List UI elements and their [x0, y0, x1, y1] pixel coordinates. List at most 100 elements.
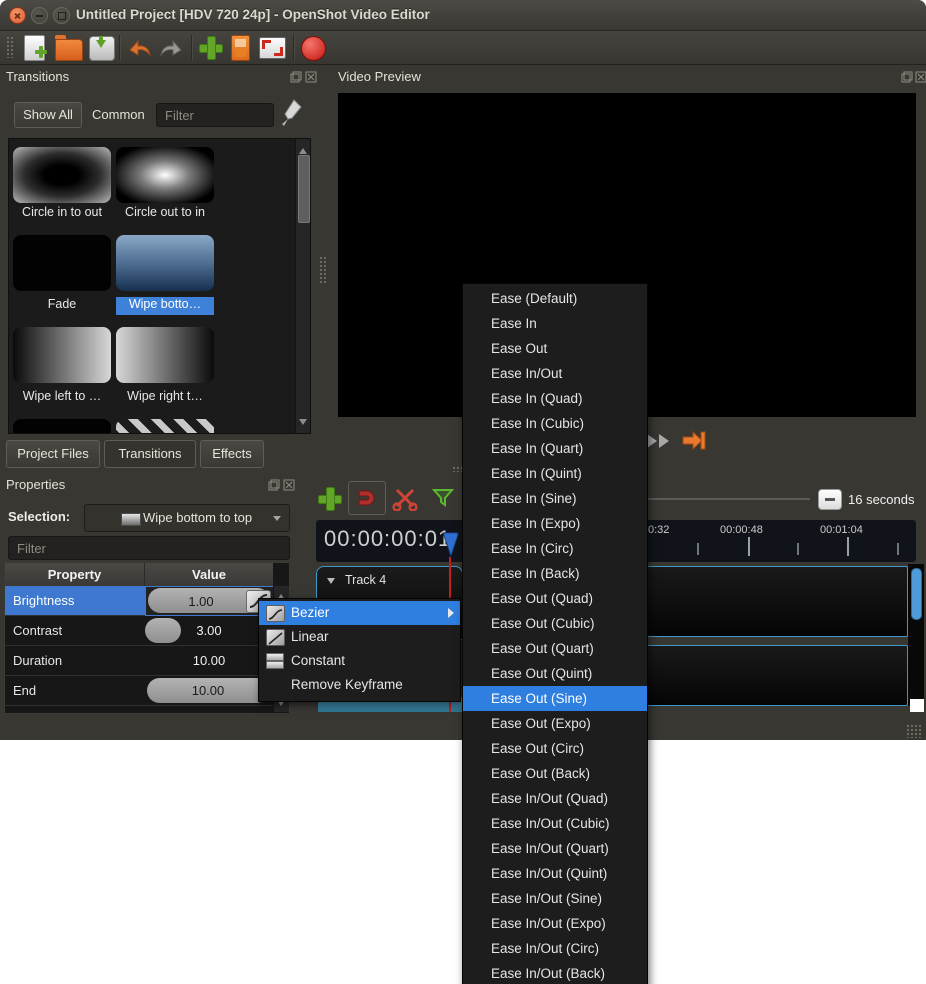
panel-close-icon[interactable] [915, 71, 926, 83]
menu-item-constant[interactable]: Constant [259, 649, 460, 673]
panel-float-icon[interactable] [290, 71, 302, 83]
zoom-out-button[interactable] [818, 489, 842, 510]
scrollbar-thumb[interactable] [298, 155, 310, 223]
snapping-toggle-button[interactable] [348, 481, 386, 515]
submenu-item[interactable]: Ease In/Out [463, 361, 647, 386]
selection-label: Selection: [8, 509, 70, 524]
transition-label[interactable]: Circle in to out [13, 205, 111, 223]
submenu-item[interactable]: Ease Out [463, 336, 647, 361]
submenu-item[interactable]: Ease Out (Quint) [463, 661, 647, 686]
transition-label[interactable]: Fade [13, 297, 111, 315]
window-close-button[interactable] [9, 7, 26, 24]
submenu-item[interactable]: Ease In (Quad) [463, 386, 647, 411]
timeline-vertical-scrollbar[interactable] [908, 564, 924, 706]
value-cell[interactable]: 10.00 [145, 646, 273, 675]
table-row-brightness[interactable]: Brightness 1.00 [5, 586, 273, 616]
transition-label[interactable]: Circle out to in [116, 205, 214, 223]
transition-thumb-circle-in-to-out[interactable] [13, 147, 111, 203]
value-cell[interactable]: 3.00 [145, 616, 273, 645]
submenu-item[interactable]: Ease In/Out (Back) [463, 961, 647, 984]
transition-thumb-circle-out-to-in[interactable] [116, 147, 214, 203]
redo-icon[interactable] [158, 37, 184, 64]
tab-effects[interactable]: Effects [200, 440, 264, 468]
properties-filter-input[interactable] [8, 536, 290, 560]
vertical-splitter-handle[interactable] [319, 256, 327, 284]
window-resize-grip[interactable] [906, 724, 922, 738]
table-row-contrast[interactable]: Contrast 3.00 [5, 616, 273, 646]
submenu-item[interactable]: Ease Out (Quart) [463, 636, 647, 661]
razor-scissors-icon[interactable] [392, 485, 418, 516]
scrollbar-thumb[interactable] [911, 568, 922, 620]
menu-item-bezier[interactable]: Bezier [259, 601, 460, 625]
submenu-item[interactable]: Ease In/Out (Quart) [463, 836, 647, 861]
submenu-item[interactable]: Ease In (Expo) [463, 511, 647, 536]
submenu-item[interactable]: Ease In/Out (Sine) [463, 886, 647, 911]
submenu-item[interactable]: Ease In (Circ) [463, 536, 647, 561]
transition-thumb-fade[interactable] [13, 235, 111, 291]
transition-thumb-wipe-right[interactable] [116, 327, 214, 383]
submenu-item[interactable]: Ease Out (Back) [463, 761, 647, 786]
column-header-value[interactable]: Value [145, 563, 273, 587]
scrollbar-corner [910, 699, 924, 712]
submenu-item[interactable]: Ease Out (Expo) [463, 711, 647, 736]
value-cell[interactable]: 1.00 [145, 586, 274, 616]
submenu-item[interactable]: Ease In/Out (Cubic) [463, 811, 647, 836]
transition-label[interactable]: Wipe left to … [13, 389, 111, 407]
common-filter-label[interactable]: Common [92, 107, 145, 122]
add-track-icon[interactable] [318, 487, 340, 509]
menu-item-linear[interactable]: Linear [259, 625, 460, 649]
value-cell[interactable]: 10.00 [145, 676, 273, 705]
submenu-item[interactable]: Ease In (Quart) [463, 436, 647, 461]
menu-item-remove-keyframe[interactable]: Remove Keyframe [259, 673, 460, 697]
import-files-icon[interactable] [199, 36, 221, 58]
playhead-marker[interactable] [441, 531, 461, 566]
transition-label[interactable]: Wipe right t… [116, 389, 214, 407]
tab-project-files[interactable]: Project Files [6, 440, 100, 468]
submenu-item[interactable]: Ease In (Back) [463, 561, 647, 586]
toolbar-separator [119, 35, 121, 60]
scroll-up-icon[interactable] [299, 144, 307, 154]
submenu-item[interactable]: Ease In/Out (Expo) [463, 911, 647, 936]
transition-thumb-wipe-left[interactable] [13, 327, 111, 383]
submenu-item[interactable]: Ease In (Quint) [463, 461, 647, 486]
chevron-down-icon[interactable] [327, 578, 335, 588]
scroll-down-icon[interactable] [299, 419, 307, 429]
submenu-item[interactable]: Ease In [463, 311, 647, 336]
transitions-filter-input[interactable] [156, 103, 274, 127]
panel-close-icon[interactable] [283, 479, 295, 491]
transition-label-selected[interactable]: Wipe botto… [116, 297, 214, 315]
submenu-item[interactable]: Ease In/Out (Quad) [463, 786, 647, 811]
table-row-duration[interactable]: Duration 10.00 [5, 646, 273, 676]
table-row-end[interactable]: End 10.00 [5, 676, 273, 706]
submenu-item[interactable]: Ease Out (Cubic) [463, 611, 647, 636]
panel-float-icon[interactable] [901, 71, 913, 83]
value-text: 10.00 [145, 646, 273, 675]
submenu-item[interactable]: Ease In (Cubic) [463, 411, 647, 436]
screenshot-stage: Untitled Project [HDV 720 24p] - OpenSho… [0, 0, 926, 984]
transitions-scrollbar[interactable] [295, 139, 311, 433]
fast-forward-icon[interactable] [646, 433, 674, 454]
submenu-item[interactable]: Ease Out (Circ) [463, 736, 647, 761]
submenu-item[interactable]: Ease (Default) [463, 286, 647, 311]
submenu-item[interactable]: Ease In/Out (Quint) [463, 861, 647, 886]
window-maximize-button[interactable] [53, 7, 70, 24]
selection-dropdown[interactable]: Wipe bottom to top [84, 504, 290, 532]
toolbar-drag-handle[interactable] [6, 36, 14, 58]
window-minimize-button[interactable] [31, 7, 48, 24]
undo-icon[interactable] [127, 37, 153, 64]
transition-thumb-partial-hatched[interactable] [116, 419, 214, 434]
show-all-button[interactable]: Show All [14, 102, 82, 128]
tab-transitions[interactable]: Transitions [104, 440, 196, 468]
panel-float-icon[interactable] [268, 479, 280, 491]
transition-thumb-partial[interactable] [13, 419, 111, 434]
clear-filter-brush-icon[interactable] [280, 98, 304, 133]
transition-thumb-wipe-bottom-selected[interactable] [116, 235, 214, 291]
submenu-item[interactable]: Ease In (Sine) [463, 486, 647, 511]
jump-to-end-icon[interactable] [682, 430, 706, 456]
submenu-item[interactable]: Ease In/Out (Circ) [463, 936, 647, 961]
column-header-property[interactable]: Property [5, 563, 145, 587]
submenu-item[interactable]: Ease Out (Quad) [463, 586, 647, 611]
filter-funnel-icon[interactable] [432, 488, 454, 513]
submenu-item-highlighted[interactable]: Ease Out (Sine) [463, 686, 647, 711]
panel-close-icon[interactable] [305, 71, 317, 83]
